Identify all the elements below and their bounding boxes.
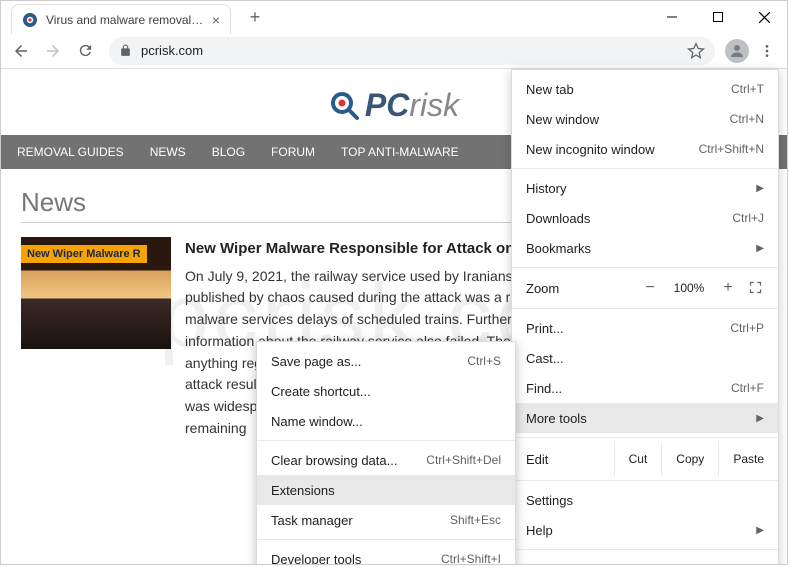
paste-button[interactable]: Paste <box>718 442 778 476</box>
menu-settings[interactable]: Settings <box>512 485 778 515</box>
address-bar[interactable]: pcrisk.com <box>109 37 715 65</box>
edit-label: Edit <box>526 452 614 467</box>
favicon-icon <box>22 12 38 28</box>
menu-print[interactable]: Print...Ctrl+P <box>512 313 778 343</box>
forward-button[interactable] <box>39 37 67 65</box>
magnifier-icon <box>329 90 361 122</box>
logo-pc: PC <box>365 87 409 124</box>
maximize-button[interactable] <box>695 1 741 33</box>
zoom-value: 100% <box>670 281 708 295</box>
submenu-dev-tools[interactable]: Developer toolsCtrl+Shift+I <box>257 544 515 565</box>
nav-news[interactable]: NEWS <box>150 145 186 159</box>
article-thumbnail[interactable]: New Wiper Malware R <box>21 237 171 349</box>
fullscreen-icon[interactable] <box>748 280 764 296</box>
reload-button[interactable] <box>71 37 99 65</box>
browser-tab[interactable]: Virus and malware removal instru × <box>11 4 231 34</box>
menu-zoom: Zoom − 100% + <box>512 272 778 304</box>
chevron-right-icon: ▶ <box>756 243 764 254</box>
menu-help[interactable]: Help▶ <box>512 515 778 545</box>
nav-blog[interactable]: BLOG <box>212 145 245 159</box>
logo-risk: risk <box>409 87 459 124</box>
new-tab-button[interactable]: + <box>241 3 269 31</box>
submenu-create-shortcut[interactable]: Create shortcut... <box>257 376 515 406</box>
submenu-extensions[interactable]: Extensions <box>257 475 515 505</box>
tab-title: Virus and malware removal instru <box>46 13 206 27</box>
zoom-label: Zoom <box>526 281 630 296</box>
tab-close-icon[interactable]: × <box>212 12 220 28</box>
submenu-clear-data[interactable]: Clear browsing data...Ctrl+Shift+Del <box>257 445 515 475</box>
toolbar: pcrisk.com <box>1 33 787 69</box>
back-button[interactable] <box>7 37 35 65</box>
window-controls <box>649 1 787 33</box>
copy-button[interactable]: Copy <box>661 442 718 476</box>
lock-icon <box>119 44 133 58</box>
profile-avatar[interactable] <box>725 39 749 63</box>
zoom-in-button[interactable]: + <box>718 279 738 297</box>
more-tools-submenu: Save page as...Ctrl+S Create shortcut...… <box>256 341 516 565</box>
zoom-out-button[interactable]: − <box>640 279 660 297</box>
submenu-task-manager[interactable]: Task managerShift+Esc <box>257 505 515 535</box>
menu-history[interactable]: History▶ <box>512 173 778 203</box>
menu-exit[interactable]: Exit <box>512 554 778 565</box>
thumb-label: New Wiper Malware R <box>21 245 147 263</box>
minimize-button[interactable] <box>649 1 695 33</box>
nav-removal-guides[interactable]: REMOVAL GUIDES <box>17 145 124 159</box>
menu-more-tools[interactable]: More tools▶ <box>512 403 778 433</box>
nav-forum[interactable]: FORUM <box>271 145 315 159</box>
address-text: pcrisk.com <box>141 43 203 58</box>
nav-top-antimalware[interactable]: TOP ANTI-MALWARE <box>341 145 459 159</box>
kebab-menu-button[interactable] <box>753 37 781 65</box>
chrome-menu: New tabCtrl+T New windowCtrl+N New incog… <box>511 69 779 565</box>
titlebar: Virus and malware removal instru × + <box>1 1 787 33</box>
cut-button[interactable]: Cut <box>614 442 662 476</box>
chevron-right-icon: ▶ <box>756 413 764 424</box>
menu-bookmarks[interactable]: Bookmarks▶ <box>512 233 778 263</box>
menu-new-window[interactable]: New windowCtrl+N <box>512 104 778 134</box>
menu-downloads[interactable]: DownloadsCtrl+J <box>512 203 778 233</box>
chevron-right-icon: ▶ <box>756 525 764 536</box>
submenu-save-page[interactable]: Save page as...Ctrl+S <box>257 346 515 376</box>
menu-find[interactable]: Find...Ctrl+F <box>512 373 778 403</box>
menu-incognito[interactable]: New incognito windowCtrl+Shift+N <box>512 134 778 164</box>
site-logo[interactable]: PCrisk <box>329 87 459 124</box>
close-button[interactable] <box>741 1 787 33</box>
menu-edit-row: Edit Cut Copy Paste <box>512 442 778 476</box>
star-icon[interactable] <box>687 42 705 60</box>
menu-cast[interactable]: Cast... <box>512 343 778 373</box>
submenu-name-window[interactable]: Name window... <box>257 406 515 436</box>
chevron-right-icon: ▶ <box>756 183 764 194</box>
browser-window: Virus and malware removal instru × + pcr… <box>0 0 788 565</box>
menu-new-tab[interactable]: New tabCtrl+T <box>512 74 778 104</box>
